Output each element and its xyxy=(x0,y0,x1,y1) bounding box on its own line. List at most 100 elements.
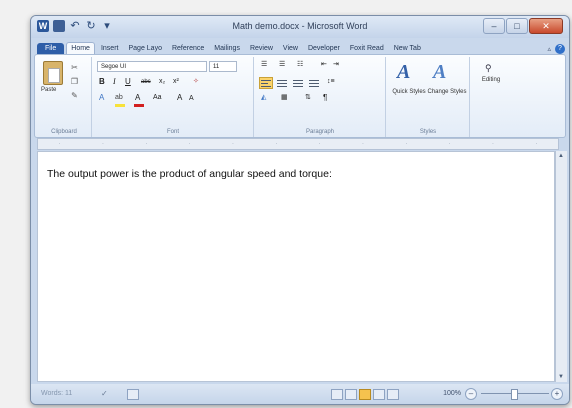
ruler-tick: · xyxy=(362,141,364,147)
change-case-icon[interactable]: Aa xyxy=(153,93,162,103)
tab-view[interactable]: View xyxy=(279,43,302,54)
tab-foxit-reader[interactable]: Foxit Read xyxy=(346,43,388,54)
tab-file[interactable]: File xyxy=(37,43,65,54)
highlight-icon[interactable]: ab xyxy=(115,93,123,103)
ruler-tick: · xyxy=(405,141,408,147)
word-window: W ↶ ↻ ▾ Math demo.docx - Microsoft Word … xyxy=(30,15,570,405)
align-center-button[interactable] xyxy=(275,77,289,89)
clipboard-group: Paste ✂ ❐ ✎ Clipboard xyxy=(37,57,92,137)
font-name-select[interactable]: Segoe UI xyxy=(97,61,207,72)
tab-page-layout[interactable]: Page Layo xyxy=(124,43,165,54)
ribbon: Paste ✂ ❐ ✎ Clipboard Segoe UI 11 B I U … xyxy=(34,54,566,138)
ruler-tick: · xyxy=(145,141,148,147)
ruler-tick: · xyxy=(232,141,234,147)
subscript-icon[interactable]: x₂ xyxy=(159,77,165,87)
status-bar: Words: 11 ✓ 100% – + xyxy=(31,384,569,404)
change-styles-label[interactable]: Change Styles xyxy=(427,89,467,96)
editing-group: ⚲ Editing xyxy=(471,57,511,137)
font-group-label: Font xyxy=(166,129,179,135)
highlight-color-swatch xyxy=(115,104,125,107)
ruler-tick: · xyxy=(275,141,278,147)
maximize-button[interactable]: □ xyxy=(506,18,528,34)
align-left-button[interactable] xyxy=(259,77,273,89)
ruler-tick: · xyxy=(102,141,104,147)
styles-group-label: Styles xyxy=(419,129,437,135)
superscript-icon[interactable]: x² xyxy=(173,77,179,87)
font-color-icon[interactable]: A xyxy=(135,93,140,103)
clear-formatting-icon[interactable]: ✧ xyxy=(193,77,199,87)
vertical-scrollbar[interactable]: ▲ ▼ xyxy=(555,151,567,382)
draft-view-button[interactable] xyxy=(387,389,399,400)
font-size-select[interactable]: 11 xyxy=(209,61,237,72)
copy-icon[interactable]: ❐ xyxy=(70,77,79,86)
zoom-level[interactable]: 100% xyxy=(443,390,461,397)
tab-references[interactable]: Reference xyxy=(168,43,208,54)
increase-indent-icon[interactable]: ⇥ xyxy=(333,60,339,70)
ruler-tick: · xyxy=(492,141,494,147)
strikethrough-icon[interactable]: abc xyxy=(141,77,151,87)
ruler-tick: · xyxy=(318,141,321,147)
zoom-in-button[interactable]: + xyxy=(551,388,563,400)
justify-button[interactable] xyxy=(307,77,321,89)
show-formatting-icon[interactable]: ¶ xyxy=(323,93,327,103)
borders-icon[interactable]: ▦ xyxy=(281,93,288,103)
zoom-slider-thumb[interactable] xyxy=(511,389,518,400)
document-text[interactable]: The output power is the product of angul… xyxy=(47,168,332,180)
paragraph-group-label: Paragraph xyxy=(305,129,335,135)
quick-styles-icon[interactable]: A xyxy=(397,61,410,84)
outline-view-button[interactable] xyxy=(373,389,385,400)
tab-new-tab[interactable]: New Tab xyxy=(390,43,425,54)
macro-icon[interactable] xyxy=(127,389,139,400)
tab-review[interactable]: Review xyxy=(246,43,277,54)
font-color-swatch xyxy=(134,104,144,107)
paragraph-group: ☰ ☰ ☷ ⇤ ⇥ ↕≡ ◭ ▦ ⇅ ¶ Paragraph xyxy=(255,57,386,137)
scroll-down-arrow[interactable]: ▼ xyxy=(558,374,564,380)
cut-icon[interactable]: ✂ xyxy=(70,63,79,72)
grow-font-icon[interactable]: A xyxy=(177,93,182,103)
bullets-icon[interactable]: ☰ xyxy=(261,60,267,70)
minimize-ribbon-icon[interactable]: ▵ xyxy=(547,45,551,53)
tab-home[interactable]: Home xyxy=(66,42,95,54)
proofing-icon[interactable]: ✓ xyxy=(101,389,111,398)
paste-button-label[interactable]: Paste xyxy=(41,87,56,93)
close-button[interactable]: ✕ xyxy=(529,18,563,34)
editing-label[interactable]: Editing xyxy=(471,77,511,84)
ruler-tick: · xyxy=(535,141,538,147)
format-painter-icon[interactable]: ✎ xyxy=(70,91,79,100)
zoom-out-button[interactable]: – xyxy=(465,388,477,400)
multilevel-list-icon[interactable]: ☷ xyxy=(297,60,303,70)
numbering-icon[interactable]: ☰ xyxy=(279,60,285,70)
binoculars-icon[interactable]: ⚲ xyxy=(485,63,497,73)
bold-icon[interactable]: B xyxy=(99,77,105,87)
underline-icon[interactable]: U xyxy=(125,77,131,87)
align-right-button[interactable] xyxy=(291,77,305,89)
line-spacing-icon[interactable]: ↕≡ xyxy=(327,77,335,87)
tab-insert[interactable]: Insert xyxy=(97,43,123,54)
decrease-indent-icon[interactable]: ⇤ xyxy=(321,60,327,70)
full-screen-view-button[interactable] xyxy=(345,389,357,400)
quick-styles-label[interactable]: Quick Styles xyxy=(389,89,429,96)
ribbon-help-area: ▵ ? xyxy=(547,44,565,54)
tab-developer[interactable]: Developer xyxy=(304,43,344,54)
scroll-up-arrow[interactable]: ▲ xyxy=(558,153,564,159)
clipboard-group-label: Clipboard xyxy=(51,129,77,135)
minimize-button[interactable]: – xyxy=(483,18,505,34)
help-icon[interactable]: ? xyxy=(555,44,565,54)
sort-icon[interactable]: ⇅ xyxy=(305,93,311,103)
print-layout-view-button[interactable] xyxy=(331,389,343,400)
web-layout-view-button[interactable] xyxy=(359,389,371,400)
tab-mailings[interactable]: Mailings xyxy=(210,43,244,54)
ruler-tick: · xyxy=(58,141,61,147)
shading-icon[interactable]: ◭ xyxy=(261,93,266,103)
title-bar: W ↶ ↻ ▾ Math demo.docx - Microsoft Word … xyxy=(31,16,569,38)
shrink-font-icon[interactable]: A xyxy=(189,94,194,104)
word-count[interactable]: Words: 11 xyxy=(41,390,72,397)
horizontal-ruler[interactable]: · · · · · · · · · · · · xyxy=(37,138,559,150)
document-page[interactable]: The output power is the product of angul… xyxy=(37,151,555,382)
change-styles-icon[interactable]: A xyxy=(433,61,446,84)
paste-icon[interactable] xyxy=(43,61,63,85)
window-controls: – □ ✕ xyxy=(482,18,563,34)
italic-icon[interactable]: I xyxy=(113,77,116,87)
ruler-tick: · xyxy=(448,141,451,147)
text-effects-icon[interactable]: A xyxy=(99,93,104,103)
